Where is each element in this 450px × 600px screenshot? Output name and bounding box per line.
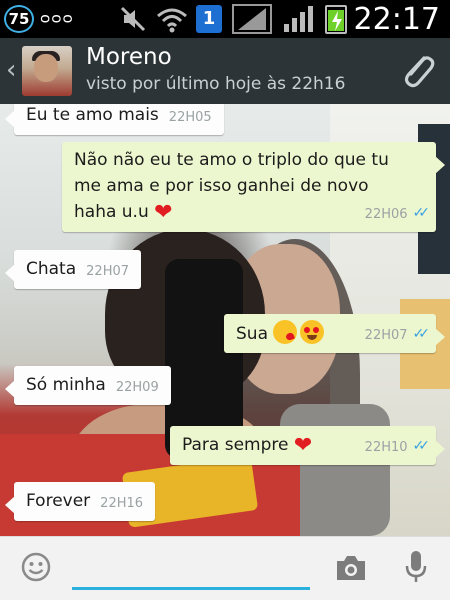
last-seen-status: visto por último hoje às 22h16 bbox=[86, 74, 346, 94]
message-text: Forever bbox=[26, 491, 91, 511]
read-ticks-icon: ✓✓ bbox=[412, 326, 431, 342]
whatsapp-chat-screen: 75 ᴑᴑᴑ 1 22:17 ‹ Moreno visto por último… bbox=[0, 0, 450, 600]
chat-header[interactable]: ‹ Moreno visto por último hoje às 22h16 bbox=[0, 38, 450, 104]
message-incoming[interactable]: Eu te amo mais 22H05 bbox=[5, 104, 224, 135]
notification-count-badge: 75 bbox=[4, 5, 34, 33]
paperclip-icon[interactable] bbox=[400, 52, 436, 92]
battery-icon bbox=[325, 5, 347, 34]
message-time: 22H16 bbox=[100, 496, 144, 511]
message-list[interactable]: Eu te amo mais 22H05 Não não eu te amo o … bbox=[0, 104, 450, 536]
heart-emoji-icon: ❤ bbox=[293, 433, 313, 458]
clock: 22:17 bbox=[353, 2, 440, 37]
sim-indicator-icon: 1 bbox=[196, 5, 222, 33]
heart-emoji-icon: ❤ bbox=[154, 200, 173, 225]
message-text-line: haha u.u bbox=[74, 202, 149, 222]
notification-icons: ᴑᴑᴑ bbox=[40, 9, 74, 27]
message-text-line: Não não eu te amo o triplo do que tu bbox=[74, 150, 389, 170]
message-time: 22H07 bbox=[86, 264, 130, 279]
read-ticks-icon: ✓✓ bbox=[412, 205, 431, 221]
wifi-icon bbox=[157, 8, 187, 33]
back-chevron-icon[interactable]: ‹ bbox=[6, 55, 16, 85]
message-outgoing[interactable]: Sua 22H07 ✓✓ bbox=[224, 314, 445, 353]
kiss-face-emoji-icon bbox=[273, 320, 298, 344]
message-text: Chata bbox=[26, 259, 77, 279]
smiley-icon[interactable] bbox=[20, 551, 52, 583]
message-incoming[interactable]: Forever 22H16 bbox=[4, 482, 156, 521]
message-input-underline bbox=[72, 587, 310, 590]
signal-sim2-icon bbox=[284, 6, 313, 32]
message-outgoing[interactable]: Não não eu te amo o triplo do que tu me … bbox=[62, 142, 445, 232]
message-time: 22H06 bbox=[364, 207, 408, 222]
camera-icon[interactable] bbox=[334, 553, 368, 583]
read-ticks-icon: ✓✓ bbox=[412, 438, 431, 454]
microphone-icon[interactable] bbox=[404, 549, 428, 585]
status-bar: 75 ᴑᴑᴑ 1 22:17 bbox=[0, 0, 450, 38]
message-input[interactable] bbox=[72, 549, 310, 585]
message-text: Só minha bbox=[26, 375, 106, 395]
message-incoming[interactable]: Só minha 22H09 bbox=[5, 366, 171, 405]
signal-sim1-icon bbox=[232, 4, 272, 34]
message-time: 22H05 bbox=[168, 110, 212, 125]
message-time: 22H09 bbox=[115, 380, 159, 395]
compose-bar bbox=[0, 536, 450, 600]
message-text: Eu te amo mais bbox=[26, 105, 159, 125]
mute-icon bbox=[120, 6, 146, 32]
message-text: Sua bbox=[236, 324, 268, 344]
message-incoming[interactable]: Chata 22H07 bbox=[4, 250, 142, 289]
message-text-line: me ama e por isso ganhei de novo bbox=[74, 176, 369, 196]
message-outgoing[interactable]: Para sempre ❤ 22H10 ✓✓ bbox=[170, 426, 445, 465]
message-time: 22H07 bbox=[364, 328, 408, 343]
heart-eyes-emoji-icon bbox=[300, 320, 325, 344]
contact-name[interactable]: Moreno bbox=[86, 44, 172, 70]
message-text: Para sempre bbox=[182, 435, 289, 455]
message-time: 22H10 bbox=[364, 440, 408, 455]
avatar[interactable] bbox=[22, 46, 72, 96]
